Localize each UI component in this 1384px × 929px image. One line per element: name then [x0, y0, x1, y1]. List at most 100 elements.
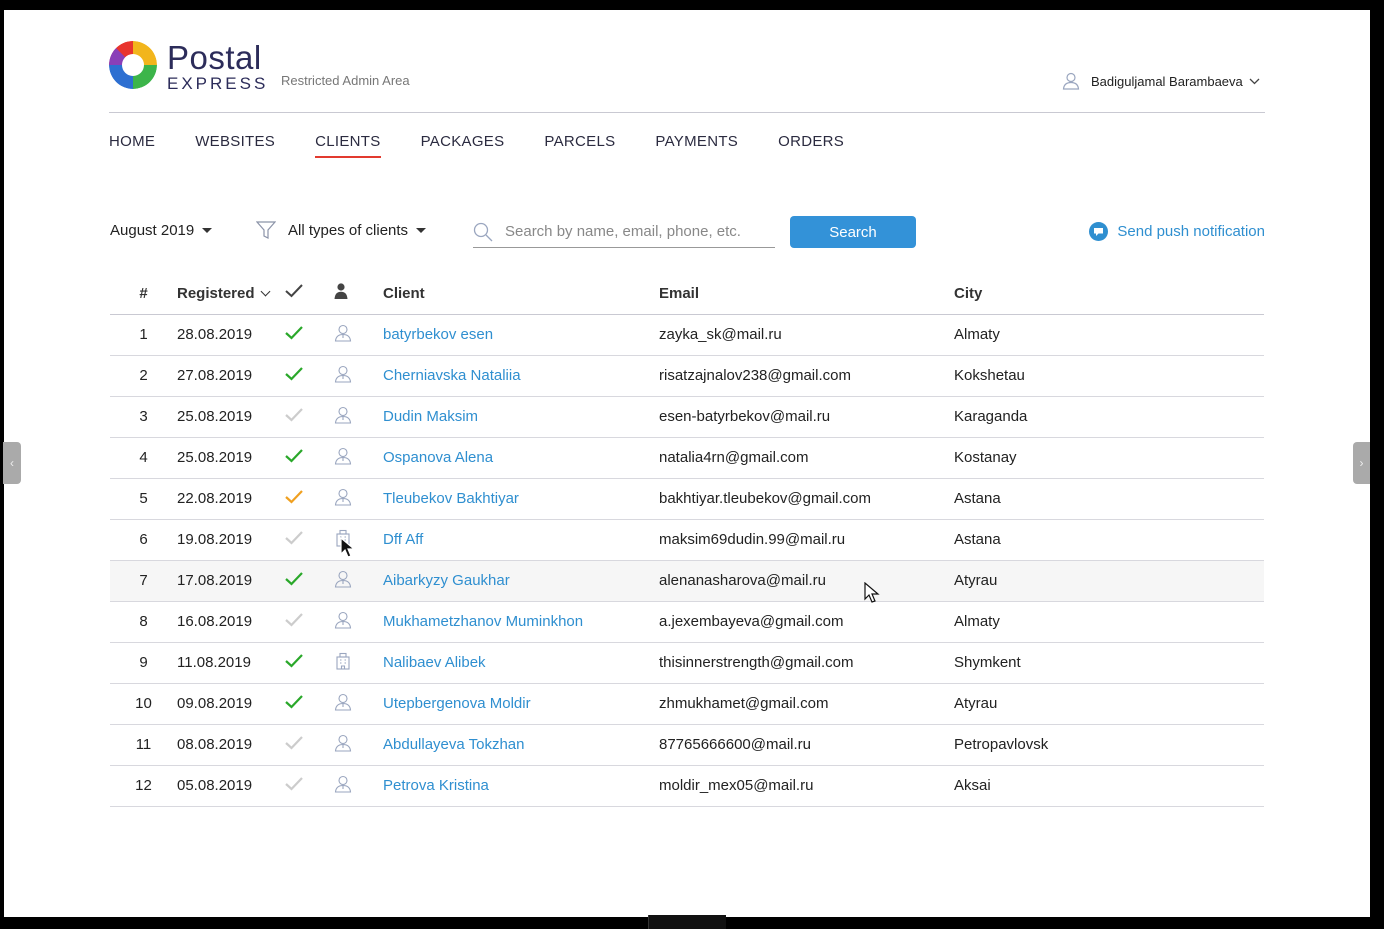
clients-table: # Registered Client Email City 1 28.08.20… [110, 273, 1264, 807]
nav-payments[interactable]: PAYMENTS [655, 133, 738, 158]
table-row[interactable]: 1 28.08.2019 batyrbekov esen zayka_sk@mail.… [110, 314, 1264, 356]
checkmark-icon [285, 325, 303, 340]
table-row[interactable]: 4 25.08.2019 Ospanova Alena natalia4rn@gmai… [110, 437, 1264, 479]
cell-num: 8 [110, 601, 177, 643]
cell-type [330, 642, 383, 684]
cell-email: zhmukhamet@gmail.com [659, 683, 954, 725]
checkmark-icon [285, 653, 303, 668]
checkmark-icon [285, 489, 303, 504]
table-row[interactable]: 3 25.08.2019 Dudin Maksim esen-batyrbekov@m… [110, 396, 1264, 438]
cell-verified [285, 601, 330, 643]
cell-registered: 08.08.2019 [177, 724, 285, 766]
cell-type [330, 765, 383, 807]
cell-num: 3 [110, 396, 177, 438]
cell-registered: 05.08.2019 [177, 765, 285, 807]
table-row[interactable]: 9 11.08.2019 Nalibaev Alibek thisinnerstren… [110, 642, 1264, 684]
table-row[interactable]: 11 08.08.2019 Abdullayeva Tokzhan 877656666… [110, 724, 1264, 766]
user-menu[interactable]: Badiguljamal Barambaeva [1062, 72, 1271, 90]
col-header-verified [285, 273, 330, 315]
cell-client-link[interactable]: Nalibaev Alibek [383, 642, 659, 684]
cell-registered: 25.08.2019 [177, 396, 285, 438]
cell-registered: 22.08.2019 [177, 478, 285, 520]
cell-client-link[interactable]: Petrova Kristina [383, 765, 659, 807]
table-row[interactable]: 8 16.08.2019 Mukhametzhanov Muminkhon a.jex… [110, 601, 1264, 643]
cell-num: 11 [110, 724, 177, 766]
cell-client-link[interactable]: Dudin Maksim [383, 396, 659, 438]
cell-city: Aksai [954, 765, 1264, 807]
cell-verified [285, 765, 330, 807]
cell-client-link[interactable]: Tleubekov Bakhtiyar [383, 478, 659, 520]
cell-registered: 09.08.2019 [177, 683, 285, 725]
cell-num: 1 [110, 314, 177, 356]
table-row[interactable]: 12 05.08.2019 Petrova Kristina moldir_mex05… [110, 765, 1264, 807]
cell-email: esen-batyrbekov@mail.ru [659, 396, 954, 438]
cell-client-link[interactable]: Utepbergenova Moldir [383, 683, 659, 725]
user-name: Badiguljamal Barambaeva [1091, 73, 1243, 89]
cell-city: Astana [954, 519, 1264, 561]
next-arrow-button[interactable]: › [1353, 442, 1370, 484]
cell-registered: 17.08.2019 [177, 560, 285, 602]
cell-client-link[interactable]: Ospanova Alena [383, 437, 659, 479]
cell-verified [285, 478, 330, 520]
cell-email: risatzajnalov238@gmail.com [659, 355, 954, 397]
person-outline-icon [334, 406, 352, 424]
cell-email: moldir_mex05@mail.ru [659, 765, 954, 807]
cell-email: 87765666600@mail.ru [659, 724, 954, 766]
table-row[interactable]: 7 17.08.2019 Aibarkyzy Gaukhar alenanasharo… [110, 560, 1264, 602]
month-select[interactable]: August 2019 [110, 222, 213, 239]
cell-num: 9 [110, 642, 177, 684]
search-input[interactable] [505, 223, 765, 240]
cell-email: bakhtiyar.tleubekov@gmail.com [659, 478, 954, 520]
person-outline-icon [334, 693, 352, 711]
mouse-cursor-icon [340, 537, 356, 558]
cell-city: Kokshetau [954, 355, 1264, 397]
cell-client-link[interactable]: Abdullayeva Tokzhan [383, 724, 659, 766]
cell-city: Petropavlovsk [954, 724, 1264, 766]
cell-city: Almaty [954, 314, 1264, 356]
nav-parcels[interactable]: PARCELS [544, 133, 615, 158]
person-outline-icon [334, 775, 352, 793]
person-outline-icon [334, 734, 352, 752]
cell-client-link[interactable]: Cherniavska Nataliia [383, 355, 659, 397]
cell-type [330, 396, 383, 438]
nav-orders[interactable]: ORDERS [778, 133, 844, 158]
nav-packages[interactable]: PACKAGES [421, 133, 505, 158]
cell-type [330, 601, 383, 643]
cell-client-link[interactable]: batyrbekov esen [383, 314, 659, 356]
cell-verified [285, 683, 330, 725]
table-row[interactable]: 6 19.08.2019 Dff Aff maksim69dudin.99@mail.… [110, 519, 1264, 561]
cell-num: 12 [110, 765, 177, 807]
cell-num: 7 [110, 560, 177, 602]
logo-mark-icon [109, 41, 157, 89]
search-button[interactable]: Search [790, 216, 916, 248]
send-push-notification-link[interactable]: Send push notification [1089, 222, 1265, 241]
table-row[interactable]: 5 22.08.2019 Tleubekov Bakhtiyar bakhtiyar.… [110, 478, 1264, 520]
nav-clients[interactable]: CLIENTS [315, 133, 381, 158]
search-box [473, 216, 775, 248]
nav-websites[interactable]: WEBSITES [195, 133, 275, 158]
checkmark-icon [285, 776, 303, 791]
prev-arrow-button[interactable]: ‹ [3, 442, 21, 484]
logo[interactable]: Postal EXPRESS [109, 41, 268, 92]
person-outline-icon [334, 570, 352, 588]
cell-email: a.jexembayeva@gmail.com [659, 601, 954, 643]
col-header-registered-label: Registered [177, 284, 255, 302]
table-row[interactable]: 10 09.08.2019 Utepbergenova Moldir zhmukham… [110, 683, 1264, 725]
cell-email: thisinnerstrength@gmail.com [659, 642, 954, 684]
cell-client-link[interactable]: Mukhametzhanov Muminkhon [383, 601, 659, 643]
cell-client-link[interactable]: Dff Aff [383, 519, 659, 561]
client-type-filter[interactable]: All types of clients [256, 220, 427, 240]
client-type-filter-value: All types of clients [288, 221, 409, 239]
cell-email: zayka_sk@mail.ru [659, 314, 954, 356]
table-row[interactable]: 2 27.08.2019 Cherniavska Nataliia risatzajn… [110, 355, 1264, 397]
cell-client-link[interactable]: Aibarkyzy Gaukhar [383, 560, 659, 602]
search-icon [473, 222, 493, 241]
nav-home[interactable]: HOME [109, 133, 155, 158]
toolbar: August 2019 All types of clients Search … [109, 216, 1265, 248]
month-select-value: August 2019 [110, 222, 195, 239]
person-outline-icon [334, 447, 352, 465]
cell-city: Shymkent [954, 642, 1264, 684]
col-header-registered[interactable]: Registered [177, 273, 285, 315]
cell-verified [285, 355, 330, 397]
chevron-down-icon [1249, 78, 1260, 84]
